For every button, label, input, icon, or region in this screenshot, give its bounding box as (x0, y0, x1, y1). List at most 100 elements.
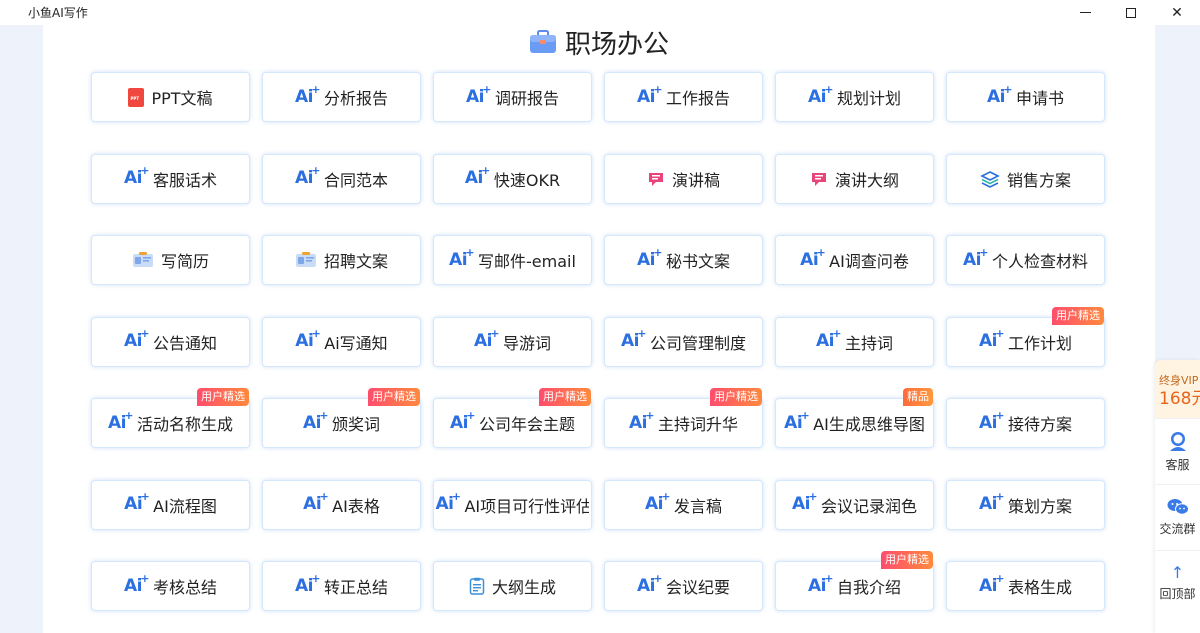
ai-icon: Ai (979, 491, 1004, 513)
tool-card[interactable]: PPT文稿 (91, 72, 250, 122)
customer-service-button[interactable]: 客服 (1155, 418, 1200, 484)
tool-card[interactable]: Ai规划计划 (775, 72, 934, 122)
tool-card[interactable]: Ai快速OKR (433, 153, 592, 204)
back-to-top-button[interactable]: ↑ 回顶部 (1155, 550, 1200, 616)
tool-card-label: AI调查问卷 (829, 252, 909, 271)
main-panel: 职场办公 PPT文稿Ai分析报告Ai调研报告Ai工作报告Ai规划计划Ai申请书A… (43, 25, 1155, 633)
tool-card-label: 接待方案 (1007, 415, 1072, 434)
tool-card[interactable]: Ai主持词升华 用户精选 (604, 388, 763, 448)
tool-card[interactable]: Ai会议纪要 (604, 561, 763, 611)
service-icon (1169, 432, 1186, 451)
tool-card[interactable]: 演讲大纲 (775, 153, 934, 204)
tool-card[interactable]: Ai秘书文案 (604, 235, 763, 285)
ai-icon: Ai (450, 410, 475, 432)
service-label: 客服 (1165, 458, 1190, 472)
tool-card[interactable]: Ai活动名称生成 用户精选 (91, 388, 250, 448)
tool-card[interactable]: AiAI生成思维导图 精品 (775, 388, 934, 448)
resume-icon (132, 251, 154, 269)
tool-card[interactable]: Ai公司管理制度 (604, 316, 763, 367)
community-group-button[interactable]: 交流群 (1155, 484, 1200, 550)
tool-card-label: 自我介绍 (836, 578, 901, 597)
tool-card[interactable]: Ai工作计划 用户精选 (946, 306, 1105, 367)
ai-icon: Ai (124, 573, 149, 595)
tool-card[interactable]: Ai表格生成 (946, 561, 1105, 611)
tool-card[interactable]: 招聘文案 (262, 235, 421, 285)
tool-card[interactable]: Ai分析报告 (262, 72, 421, 122)
tool-card-label: AI表格 (332, 496, 380, 516)
tool-card[interactable]: Ai公司年会主题 用户精选 (433, 388, 592, 448)
tool-card-label: 申请书 (1015, 89, 1064, 108)
tool-card[interactable]: 大纲生成 (433, 561, 592, 611)
tool-card-label: 快速OKR (493, 170, 561, 190)
vip-promo[interactable]: 终身VIP 168元 (1155, 360, 1200, 418)
tool-card[interactable]: 写简历 (91, 235, 250, 285)
wechat-icon (1167, 499, 1189, 515)
ai-icon: Ai (979, 573, 1004, 595)
tool-card-label: 个人检查材料 (991, 252, 1088, 271)
tool-card[interactable]: Ai会议记录润色 (775, 479, 934, 530)
ai-icon: Ai (436, 491, 461, 513)
tool-card[interactable]: AiAI调查问卷 (775, 235, 934, 285)
floating-sidebar: 终身VIP 168元 客服 交流群 ↑ 回顶部 (1155, 360, 1200, 633)
tool-card[interactable]: Ai导游词 (433, 316, 592, 367)
tool-card-label: 工作计划 (1007, 333, 1072, 353)
tool-card[interactable]: Ai自我介绍 用户精选 (775, 551, 934, 611)
tool-card-label: AI流程图 (153, 496, 217, 516)
tool-card[interactable]: Ai考核总结 (91, 561, 250, 611)
minimize-button[interactable] (1062, 0, 1108, 25)
tool-card[interactable]: AiAI项目可行性评估 (433, 479, 592, 530)
ai-icon: Ai (108, 410, 133, 432)
tool-card[interactable]: Ai个人检查材料 (946, 235, 1105, 285)
tool-card[interactable]: Ai接待方案 (946, 398, 1105, 448)
featured-badge: 精品 (903, 388, 933, 406)
minimize-icon (1079, 12, 1091, 13)
tool-card[interactable]: Ai申请书 (946, 72, 1105, 122)
group-label: 交流群 (1159, 522, 1196, 536)
tool-card-label: 会议记录润色 (820, 496, 917, 516)
tool-card-label: 发言稿 (673, 496, 722, 516)
tool-card-label: 写邮件-email (478, 252, 576, 271)
tool-card[interactable]: AiAI流程图 (91, 479, 250, 530)
ai-icon: Ai (124, 491, 149, 513)
tool-card[interactable]: Ai工作报告 (604, 72, 763, 122)
tool-card-label: 合同范本 (323, 170, 388, 190)
tool-card[interactable]: AiAi写通知 (262, 316, 421, 367)
tool-card-label: 活动名称生成 (136, 415, 233, 434)
tool-card-label: 规划计划 (836, 89, 901, 108)
close-button[interactable]: ✕ (1154, 0, 1200, 25)
tool-card[interactable]: Ai客服话术 (91, 153, 250, 204)
featured-badge: 用户精选 (368, 388, 420, 406)
tool-card[interactable]: 销售方案 (946, 153, 1105, 204)
ai-icon: Ai (637, 573, 662, 595)
tool-card-label: 秘书文案 (665, 252, 730, 271)
tool-card[interactable]: AiAI表格 (262, 479, 421, 530)
briefcase-icon (529, 30, 556, 53)
ai-icon: Ai (979, 410, 1004, 432)
ppt-icon (128, 87, 145, 107)
tool-card-label: 转正总结 (323, 578, 388, 597)
ai-icon: Ai (621, 328, 646, 350)
tool-card[interactable]: Ai策划方案 (946, 479, 1105, 530)
tool-card[interactable]: Ai主持词 (775, 316, 934, 367)
tool-card-label: 表格生成 (1007, 578, 1072, 597)
tool-card-label: 演讲稿 (671, 170, 720, 190)
tool-card-label: PPT文稿 (151, 89, 213, 108)
maximize-button[interactable] (1108, 0, 1154, 25)
tool-card[interactable]: Ai发言稿 (604, 479, 763, 530)
ai-icon: Ai (637, 84, 662, 106)
tool-card[interactable]: Ai公告通知 (91, 316, 250, 367)
tool-card[interactable]: Ai调研报告 (433, 72, 592, 122)
tool-card[interactable]: Ai颁奖词 用户精选 (262, 388, 421, 448)
featured-badge: 用户精选 (197, 388, 249, 406)
tool-card[interactable]: Ai写邮件-email (433, 235, 592, 285)
vip-price: 168元 (1159, 389, 1200, 409)
tool-card-label: 公司年会主题 (478, 415, 575, 434)
tool-card[interactable]: Ai合同范本 (262, 153, 421, 204)
speech-icon (810, 171, 828, 187)
ai-icon: Ai (303, 491, 328, 513)
tool-card[interactable]: 演讲稿 (604, 153, 763, 204)
ai-icon: Ai (295, 328, 320, 350)
ai-icon: Ai (987, 84, 1012, 106)
speech-icon (647, 171, 665, 187)
tool-card[interactable]: Ai转正总结 (262, 561, 421, 611)
